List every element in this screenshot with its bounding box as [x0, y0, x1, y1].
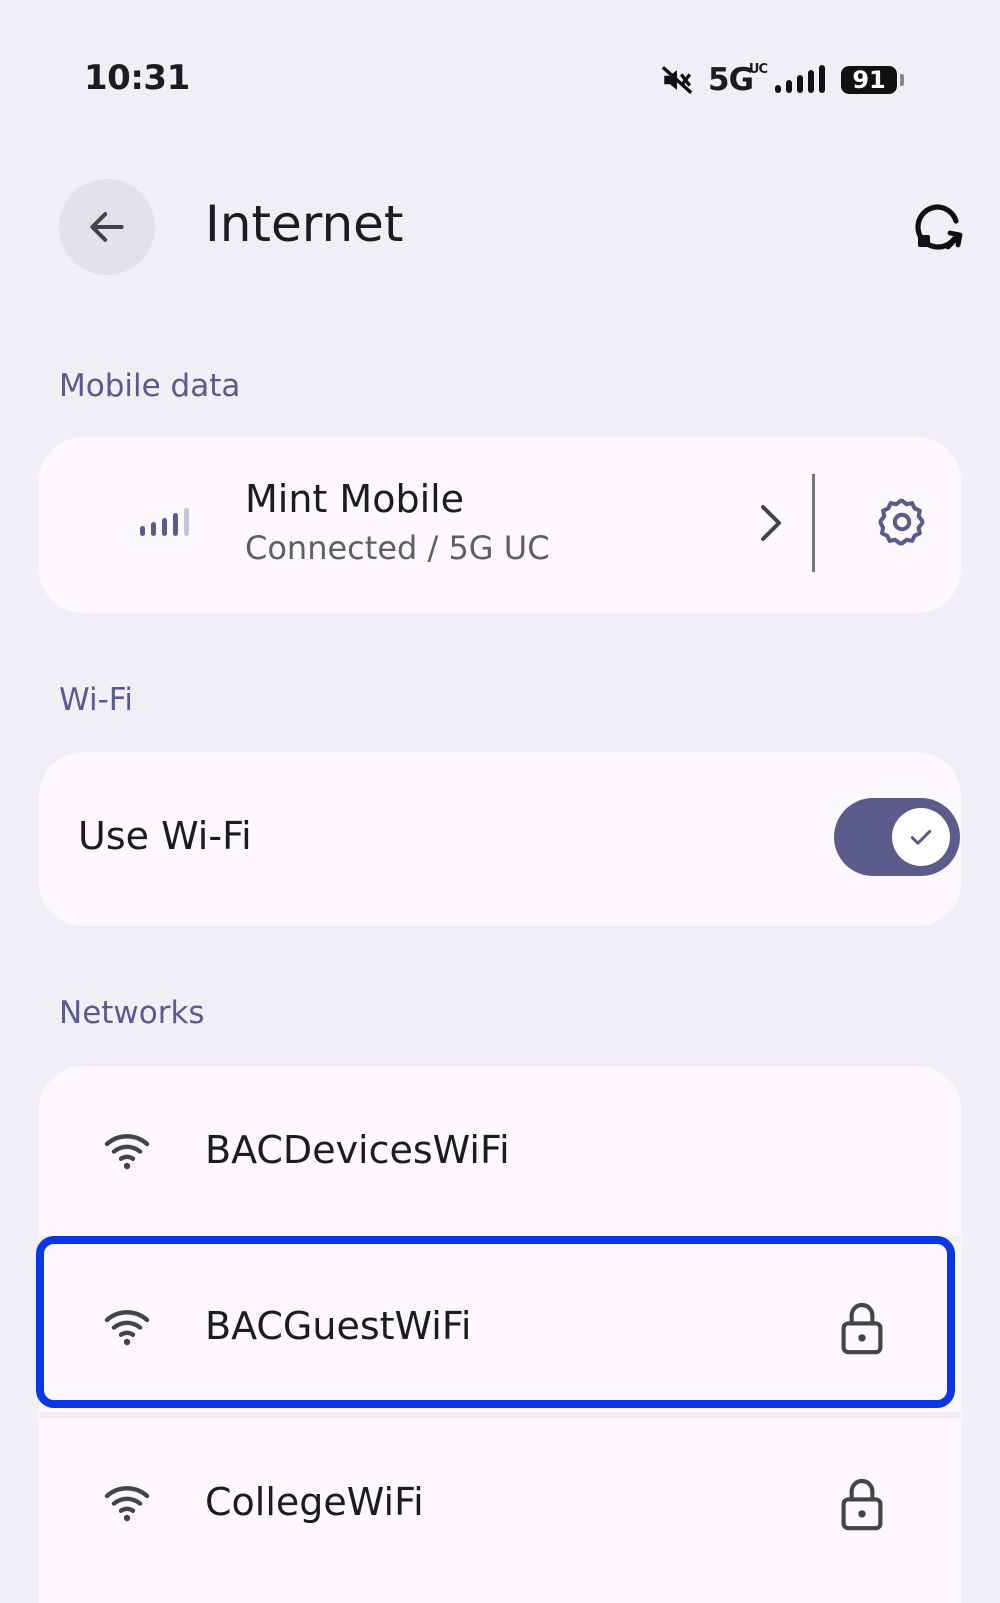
network-row[interactable]: BACDevicesWiFi	[39, 1066, 961, 1236]
chevron-right-icon[interactable]	[757, 501, 785, 545]
status-time: 10:31	[84, 58, 190, 98]
mobile-data-card[interactable]: Mint Mobile Connected / 5G UC	[39, 437, 961, 613]
toggle-knob	[892, 808, 950, 866]
wifi-icon	[104, 1134, 150, 1170]
status-bar: 10:31 5G UC 91	[0, 0, 1000, 160]
page-title: Internet	[205, 195, 404, 253]
network-ssid: BACDevicesWiFi	[205, 1128, 510, 1172]
carrier-status: Connected / 5G UC	[245, 529, 550, 567]
wifi-icon	[104, 1486, 150, 1522]
network-ssid: CollegeWiFi	[205, 1480, 424, 1524]
back-button[interactable]	[59, 179, 155, 275]
cell-signal-icon	[775, 65, 826, 93]
app-bar: Internet	[0, 175, 1000, 275]
arrow-back-icon	[90, 212, 124, 242]
section-networks: Networks	[59, 995, 205, 1031]
check-icon	[910, 829, 932, 845]
carrier-name: Mint Mobile	[245, 477, 465, 521]
status-icons: 5G UC 91	[660, 60, 905, 100]
refresh-network-icon	[915, 204, 963, 250]
section-wifi: Wi-Fi	[59, 682, 133, 718]
battery-indicator: 91	[841, 66, 905, 94]
mobile-signal-icon	[140, 508, 189, 536]
divider	[812, 474, 815, 572]
use-wifi-label: Use Wi-Fi	[78, 814, 252, 858]
mute-icon	[661, 65, 693, 95]
lock-icon	[841, 1479, 883, 1531]
refresh-button[interactable]	[910, 199, 966, 255]
network-sup: UC	[748, 62, 768, 77]
battery-level: 91	[852, 66, 886, 94]
selection-highlight	[36, 1236, 955, 1408]
network-type: 5G UC	[708, 62, 768, 98]
use-wifi-card[interactable]: Use Wi-Fi	[39, 752, 961, 926]
network-row[interactable]: CollegeWiFi	[39, 1418, 961, 1588]
section-mobile-data: Mobile data	[59, 368, 241, 404]
wifi-toggle[interactable]	[834, 798, 960, 876]
gear-icon[interactable]	[875, 495, 929, 549]
